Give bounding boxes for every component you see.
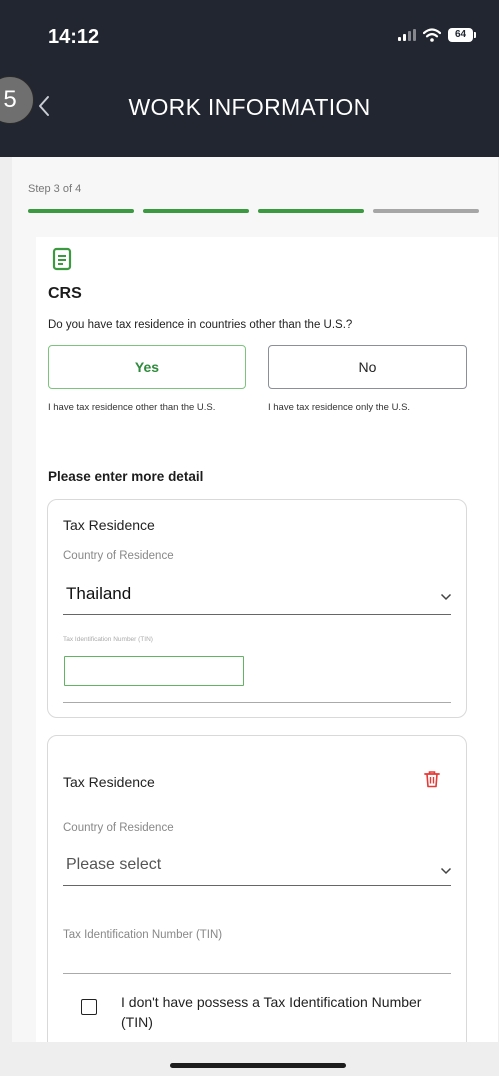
step-progress	[28, 209, 479, 213]
no-button[interactable]: No	[268, 345, 467, 389]
progress-segment-3	[258, 209, 364, 213]
tin-label: Tax Identification Number (TIN)	[63, 929, 223, 941]
tin-label: Tax Identification Number (TIN)	[63, 636, 153, 643]
country-select[interactable]: Thailand	[66, 584, 131, 604]
no-tin-checkbox[interactable]	[81, 999, 97, 1015]
status-time: 14:12	[48, 26, 100, 48]
country-label: Country of Residence	[63, 550, 174, 562]
document-icon	[52, 247, 72, 276]
signal-icon	[398, 29, 416, 41]
tax-residence-card-2: Tax Residence Country of Residence Pleas…	[47, 735, 467, 1042]
chevron-down-icon[interactable]	[440, 588, 452, 606]
wifi-icon	[423, 28, 441, 42]
trash-icon[interactable]	[424, 770, 440, 793]
tin-input[interactable]	[64, 656, 244, 686]
yes-button[interactable]: Yes	[48, 345, 246, 389]
crs-title: CRS	[48, 285, 82, 302]
step-label: Step 3 of 4	[28, 183, 82, 195]
progress-segment-4	[373, 209, 479, 213]
progress-segment-2	[143, 209, 249, 213]
page-title: WORK INFORMATION	[128, 94, 371, 120]
tax-residence-question: Do you have tax residence in countries o…	[48, 319, 353, 331]
country-underline	[63, 885, 451, 886]
no-tin-label[interactable]: I don't have possess a Tax Identificatio…	[121, 992, 441, 1032]
country-underline	[63, 614, 451, 615]
tin-underline	[63, 702, 451, 703]
tax-residence-title: Tax Residence	[63, 517, 155, 533]
battery-icon: 64	[448, 28, 476, 42]
status-icons: 64	[398, 28, 476, 42]
form-content: Step 3 of 4 CRS Do you have tax residenc…	[12, 157, 498, 1042]
chevron-down-icon[interactable]	[440, 862, 452, 880]
tax-residence-title: Tax Residence	[63, 774, 155, 790]
yes-hint: I have tax residence other than the U.S.	[48, 402, 216, 413]
no-hint: I have tax residence only the U.S.	[268, 402, 411, 413]
home-indicator	[170, 1063, 346, 1068]
country-label: Country of Residence	[63, 822, 174, 834]
tin-input[interactable]	[63, 973, 451, 974]
progress-segment-1	[28, 209, 134, 213]
crs-card: CRS Do you have tax residence in countri…	[36, 237, 498, 1042]
app-header: 14:12 64 WORK INFORMATION	[0, 0, 499, 157]
country-select[interactable]: Please select	[66, 856, 161, 874]
tax-residence-card-1: Tax Residence Country of Residence Thail…	[47, 499, 467, 718]
details-heading: Please enter more detail	[48, 469, 204, 484]
